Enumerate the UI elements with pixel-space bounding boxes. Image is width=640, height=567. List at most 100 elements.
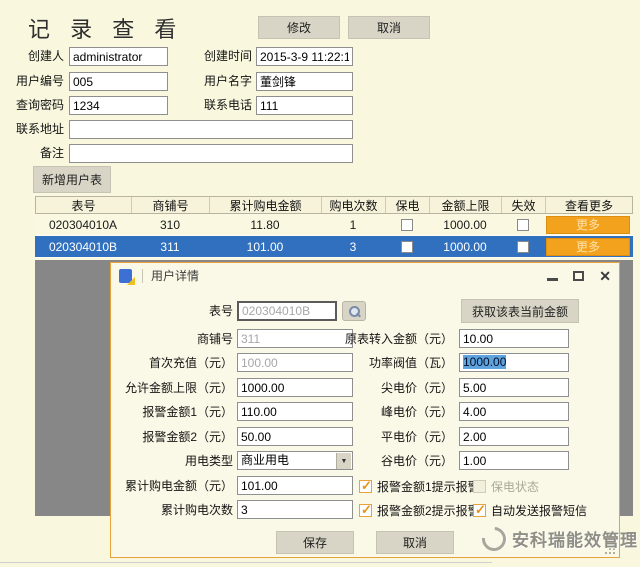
meter-search-button[interactable]: [342, 301, 366, 321]
checkbox-label: 报警金额2提示报警: [377, 503, 480, 518]
cell-count: 1: [349, 217, 357, 232]
more-button[interactable]: 更多: [546, 237, 630, 256]
user-detail-dialog: 用户详情 ✕ 表号 获取该表当前金额 商铺号 原表转入金额（元） 首次充值（元）…: [110, 262, 620, 558]
checkbox-icon[interactable]: [473, 502, 486, 518]
dialog-app-icon: [119, 268, 135, 285]
table-row[interactable]: 020304010B 311 101.00 3 1000.00 更多: [35, 236, 633, 258]
transfer-amount-field[interactable]: [459, 329, 569, 348]
sharp-price-field[interactable]: [459, 378, 569, 397]
meter-table: 表号 商铺号 累计购电金额 购电次数 保电 金额上限 失效 查看更多 02030…: [35, 196, 633, 258]
query-password-field[interactable]: [69, 96, 168, 115]
total-amount-field[interactable]: [237, 476, 353, 495]
cell-total: 101.00: [246, 239, 284, 254]
col-header-invalid: 失效: [502, 197, 546, 213]
protect-checkbox[interactable]: [401, 240, 413, 253]
elec-type-value: 商业用电: [241, 453, 290, 467]
checkbox-label: 保电状态: [491, 479, 540, 494]
protect-status-checkbox: 保电状态: [473, 476, 539, 496]
valley-price-label: 谷电价（元）: [380, 454, 453, 468]
col-header-count: 购电次数: [322, 197, 386, 213]
get-amount-button[interactable]: 获取该表当前金额: [461, 299, 579, 323]
cell-shop-no: 310: [159, 217, 181, 232]
user-name-field[interactable]: [256, 72, 353, 91]
alarm2-label: 报警金额2（元）: [142, 430, 233, 444]
contact-address-label: 联系地址: [15, 122, 64, 136]
peak-price-field[interactable]: [459, 402, 569, 421]
meter-no-label: 表号: [208, 304, 233, 318]
created-time-field[interactable]: [256, 47, 353, 66]
remark-field[interactable]: [69, 144, 353, 163]
cancel-button[interactable]: 取消: [348, 16, 430, 39]
valley-price-field[interactable]: [459, 451, 569, 470]
created-time-label: 创建时间: [203, 49, 252, 63]
bottom-divider: [0, 562, 492, 563]
watermark: 安科瑞能效管理: [477, 521, 638, 556]
watermark-text: 安科瑞能效管理: [512, 531, 638, 550]
first-recharge-label: 首次充值（元）: [148, 356, 233, 370]
remark-label: 备注: [39, 146, 64, 160]
cell-shop-no: 311: [160, 239, 180, 254]
col-header-limit: 金额上限: [430, 197, 502, 213]
invalid-checkbox[interactable]: [517, 240, 529, 253]
checkbox-icon[interactable]: [359, 502, 372, 518]
creator-label: 创建人: [27, 49, 64, 63]
elec-type-label: 用电类型: [184, 454, 233, 468]
col-header-protect: 保电: [386, 197, 430, 213]
cell-meter-no: 020304010B: [48, 239, 118, 254]
modify-button[interactable]: 修改: [258, 16, 340, 39]
search-icon: [349, 306, 360, 317]
dialog-cancel-button[interactable]: 取消: [376, 531, 454, 554]
invalid-checkbox[interactable]: [517, 218, 529, 231]
alarm1-prompt-checkbox[interactable]: 报警金额1提示报警: [359, 476, 480, 496]
user-no-field[interactable]: [69, 72, 168, 91]
meter-table-header: 表号 商铺号 累计购电金额 购电次数 保电 金额上限 失效 查看更多: [35, 196, 633, 214]
cell-meter-no: 020304010A: [48, 217, 118, 232]
titlebar-divider: [142, 268, 143, 283]
col-header-view-more: 查看更多: [564, 198, 613, 213]
checkbox-icon: [473, 479, 486, 493]
power-threshold-field[interactable]: 1000.00: [459, 353, 569, 372]
cell-count: 3: [349, 239, 357, 254]
total-count-label: 累计购电次数: [160, 503, 233, 517]
shop-no-label: 商铺号: [196, 332, 233, 346]
save-button[interactable]: 保存: [276, 531, 354, 554]
table-row[interactable]: 020304010A 310 11.80 1 1000.00 更多: [35, 214, 633, 236]
col-header-total: 累计购电金额: [210, 197, 322, 213]
contact-address-field[interactable]: [69, 120, 353, 139]
user-name-label: 用户名字: [203, 74, 252, 88]
cell-limit: 1000.00: [443, 217, 487, 232]
close-icon[interactable]: ✕: [599, 269, 611, 283]
more-button[interactable]: 更多: [546, 215, 630, 234]
peak-price-label: 峰电价（元）: [380, 405, 453, 419]
auto-sms-checkbox[interactable]: 自动发送报警短信: [473, 500, 587, 520]
total-count-field[interactable]: [237, 500, 353, 519]
transfer-amount-label: 原表转入金额（元）: [344, 332, 453, 346]
flat-price-label: 平电价（元）: [380, 430, 453, 444]
alarm1-label: 报警金额1（元）: [142, 405, 233, 419]
power-threshold-label: 功率阀值（瓦）: [368, 356, 453, 370]
total-amount-label: 累计购电金额（元）: [124, 479, 233, 493]
cell-total: 11.80: [250, 217, 280, 232]
maximize-icon[interactable]: [573, 270, 585, 281]
checkbox-label: 报警金额1提示报警: [377, 479, 480, 494]
amount-limit-label: 允许金额上限（元）: [124, 381, 233, 395]
dialog-titlebar[interactable]: 用户详情 ✕: [111, 263, 619, 288]
sharp-price-label: 尖电价（元）: [380, 381, 453, 395]
protect-checkbox[interactable]: [401, 218, 413, 231]
page-title: 记 录 查 看: [28, 17, 184, 42]
minimize-icon[interactable]: [547, 277, 559, 281]
user-no-label: 用户编号: [15, 74, 64, 88]
checkbox-icon[interactable]: [359, 478, 372, 494]
selected-text: 1000.00: [463, 355, 507, 369]
creator-field[interactable]: [69, 47, 168, 66]
col-header-meter-no: 表号: [36, 197, 132, 213]
col-header-shop-no: 商铺号: [132, 197, 210, 213]
contact-phone-field[interactable]: [256, 96, 353, 115]
add-meter-button[interactable]: 新增用户表: [33, 166, 111, 193]
flat-price-field[interactable]: [459, 427, 569, 446]
alarm2-prompt-checkbox[interactable]: 报警金额2提示报警: [359, 500, 480, 520]
meter-no-field[interactable]: [237, 301, 337, 321]
dialog-title: 用户详情: [151, 269, 200, 283]
brand-logo-icon: [477, 521, 511, 556]
cell-limit: 1000.00: [443, 239, 487, 254]
